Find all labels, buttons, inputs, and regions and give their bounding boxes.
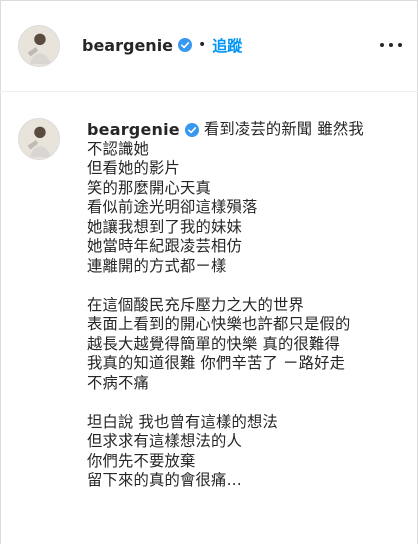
caption-line: 你們先不要放棄 [87,451,196,470]
caption-first-line: 看到凌芸的新聞 雖然我 [203,120,364,138]
post-header: beargenie • 追蹤 [0,0,418,92]
separator-dot: • [198,37,207,53]
caption-line: 在這個酸民充斥壓力之大的世界 [87,295,304,314]
caption-line: 坦白說 我也曾有這樣的想法 [87,412,279,431]
more-dot-icon [398,43,402,47]
caption-line: 她讓我想到了我的妹妹 [87,217,242,236]
caption-line: 不病不痛 [87,373,149,392]
username-link[interactable]: beargenie [82,36,173,55]
caption-avatar[interactable] [18,118,60,160]
caption-text: beargenie 看到凌芸的新聞 雖然我 不認識她 但看她的影片 笑的那麼開心天真… [87,120,405,491]
caption-username-link[interactable]: beargenie [87,120,180,140]
verified-badge-icon [178,38,193,52]
more-dot-icon [380,43,384,47]
caption-line: 留下來的真的會很痛… [87,471,242,489]
profile-photo-icon [19,119,59,159]
caption-line: 她當時年紀跟凌芸相仿 [87,237,242,255]
caption-line: 但看她的影片 [87,159,180,177]
follow-button[interactable]: 追蹤 [212,35,242,56]
caption-line: 表面上看到的開心快樂也許都只是假的 [87,315,351,333]
caption-line: 但求求有這樣想法的人 [87,432,242,450]
caption-line: 看似前途光明卻這樣殞落 [87,198,258,216]
more-dot-icon [389,43,393,47]
caption-lines: 不認識她 但看她的影片 笑的那麼開心天真 看似前途光明卻這樣殞落 她讓我想到了我的妹妹她… [87,140,405,491]
caption-line: 越長大越覺得簡單的快樂 真的很難得 [87,334,341,353]
caption-line: 不認識她 [87,139,149,158]
caption-line: 笑的那麼開心天真 [87,178,211,197]
caption-line: 我真的知道很難 你們辛苦了 ㄧ路好走 [87,354,346,372]
profile-photo-icon [19,26,59,66]
avatar[interactable] [18,25,60,67]
caption-line: 連離開的方式都ㄧ樣 [87,256,227,275]
verified-badge-icon [184,122,199,137]
more-options-button[interactable] [380,36,402,54]
